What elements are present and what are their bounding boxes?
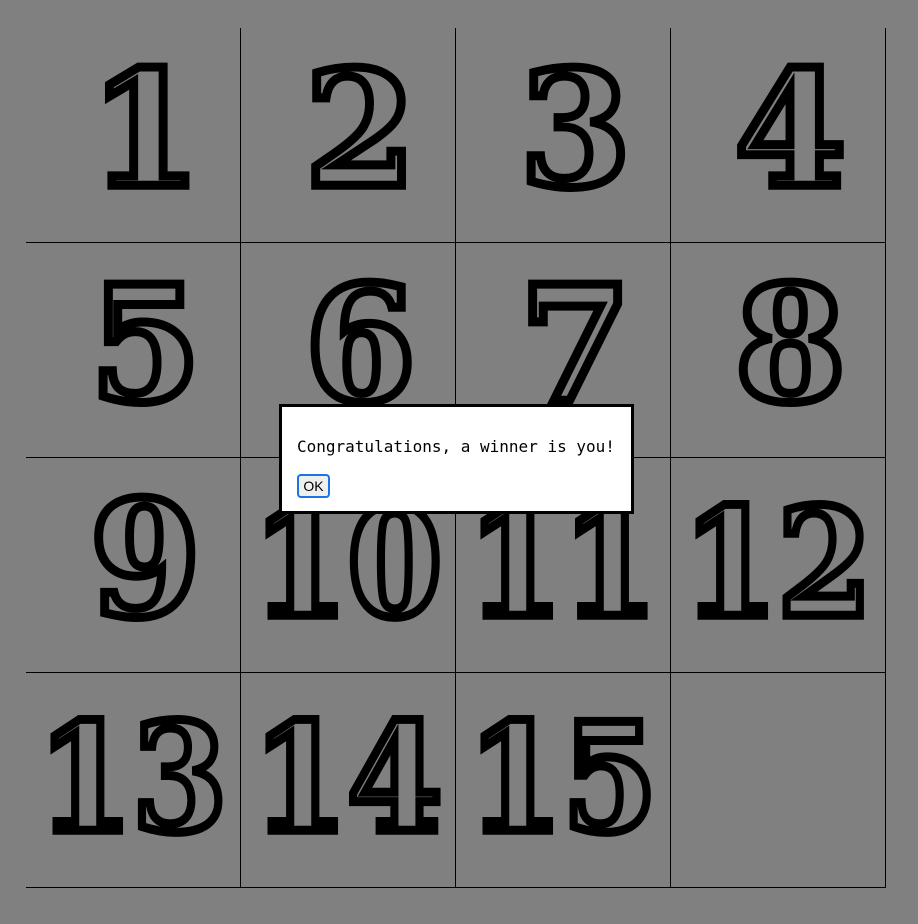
tile-3[interactable]: 3: [456, 28, 671, 243]
tile-number: 1: [90, 35, 201, 223]
ok-button[interactable]: OK: [297, 474, 330, 498]
tile-number: 15: [468, 691, 657, 866]
tile-4[interactable]: 4: [671, 28, 886, 243]
tile-number-graphic: 14: [248, 687, 446, 871]
tile-number: 12: [683, 476, 872, 651]
tile-8[interactable]: 8: [671, 243, 886, 458]
win-dialog: Congratulations, a winner is you! OK: [279, 404, 634, 514]
tile-9[interactable]: 9: [26, 458, 241, 673]
tile-15[interactable]: 15: [456, 673, 671, 888]
tile-number-graphic: 8: [731, 246, 851, 443]
tile-number-graphic: 9: [86, 461, 206, 658]
tile-number-graphic: 4: [731, 31, 851, 228]
tile-number: 5: [90, 250, 201, 438]
tile-number: 14: [253, 691, 442, 866]
tile-2[interactable]: 2: [241, 28, 456, 243]
tile-number-graphic: 12: [678, 472, 876, 656]
tile-14[interactable]: 14: [241, 673, 456, 888]
tile-number: 9: [90, 465, 201, 653]
tile-number: 2: [305, 35, 416, 223]
tile-12[interactable]: 12: [671, 458, 886, 673]
win-message: Congratulations, a winner is you!: [297, 437, 615, 456]
tile-13[interactable]: 13: [26, 673, 241, 888]
tile-number: 4: [735, 35, 846, 223]
tile-number: 8: [735, 250, 846, 438]
tile-number-graphic: 3: [516, 31, 636, 228]
tile-number-graphic: 5: [86, 246, 206, 443]
tile-number-graphic: 2: [301, 31, 421, 228]
tile-number-graphic: 15: [463, 687, 661, 871]
tile-number: 3: [520, 35, 631, 223]
empty-slot[interactable]: [671, 673, 886, 888]
tile-number-graphic: 1: [86, 31, 206, 228]
tile-number-graphic: 13: [33, 687, 231, 871]
tile-number: 13: [38, 691, 227, 866]
tile-1[interactable]: 1: [26, 28, 241, 243]
tile-5[interactable]: 5: [26, 243, 241, 458]
